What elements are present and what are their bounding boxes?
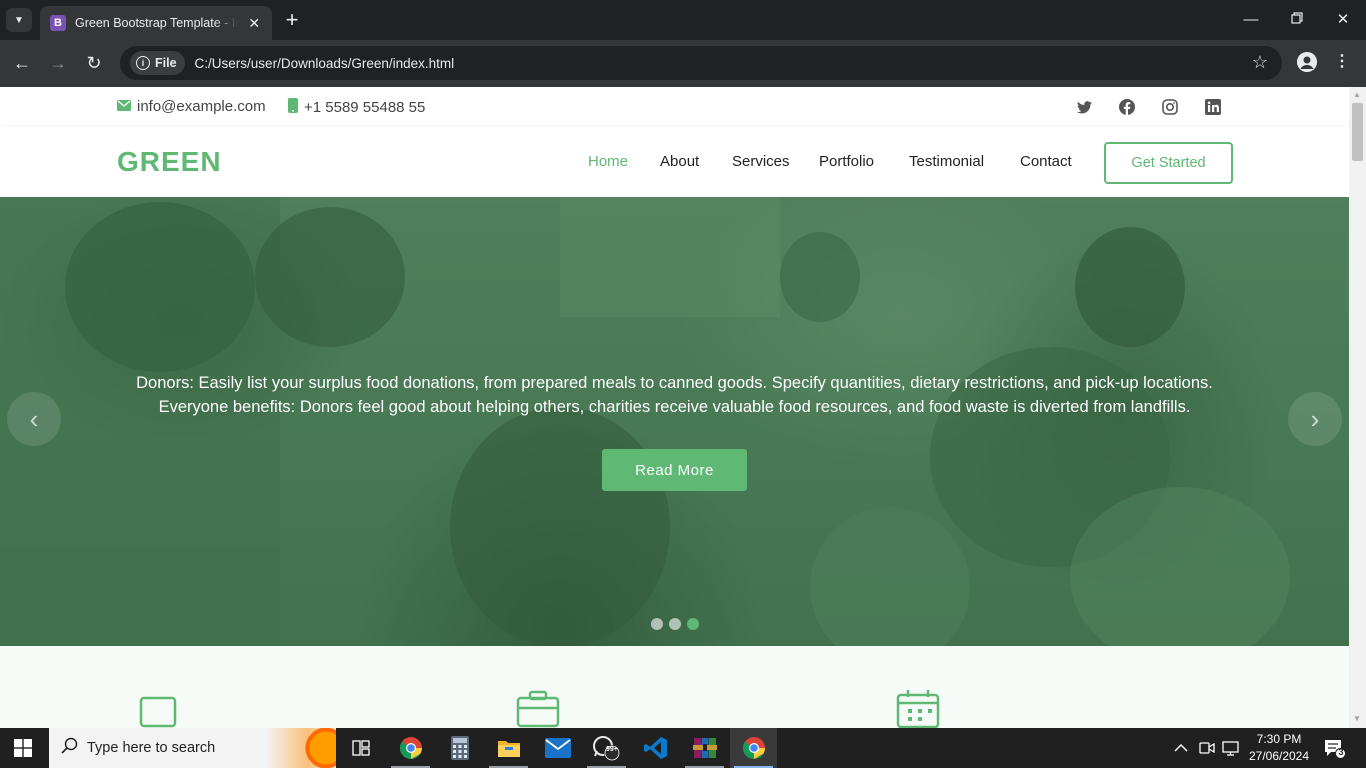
tab-search-button[interactable]: ▼ [6, 8, 32, 32]
hero-caption-line-1: Donors: Easily list your surplus food do… [136, 374, 1213, 392]
tab-close-icon[interactable]: ✕ [246, 15, 262, 32]
nav-portfolio[interactable]: Portfolio [819, 153, 874, 170]
windows-taskbar: Type here to search 99+ 7:30 PM 27/06/20… [0, 728, 1366, 768]
hero-caption-line-2: Everyone benefits: Donors feel good abou… [158, 398, 1191, 416]
restore-button[interactable] [1287, 10, 1307, 30]
chrome-icon[interactable] [387, 728, 434, 768]
site-logo[interactable]: GREEN [117, 146, 222, 178]
get-started-button[interactable]: Get Started [1104, 142, 1233, 184]
page-scrollbar[interactable]: ▲ ▼ [1349, 87, 1366, 728]
minimize-button[interactable]: — [1241, 10, 1261, 30]
site-chip-label: File [155, 56, 177, 70]
url-text[interactable]: C:/Users/user/Downloads/Green/index.html [195, 56, 455, 71]
email-text: info@example.com [137, 98, 266, 115]
file-explorer-icon[interactable] [485, 728, 532, 768]
nav-services[interactable]: Services [732, 153, 790, 170]
notification-center-icon[interactable]: 3 [1324, 739, 1346, 764]
taskbar-search-box[interactable]: Type here to search [49, 728, 336, 768]
nav-home[interactable]: Home [588, 153, 628, 170]
show-hidden-icons-icon[interactable] [1174, 728, 1188, 768]
phone-contact[interactable]: +1 5589 55488 55 [288, 98, 425, 116]
forward-arrow-icon[interactable]: → [46, 52, 70, 74]
nav-testimonial[interactable]: Testimonial [909, 153, 984, 170]
hero-green-overlay [0, 197, 1349, 646]
back-arrow-icon[interactable]: ← [10, 52, 34, 74]
linkedin-icon[interactable] [1205, 99, 1221, 115]
search-icon [61, 737, 78, 759]
chrome-active-window-icon[interactable] [730, 728, 777, 768]
new-tab-button[interactable]: + [282, 9, 302, 31]
instagram-icon[interactable] [1162, 99, 1178, 115]
whatsapp-icon[interactable]: 99+ [583, 728, 630, 768]
tab-title: Green Bootstrap Template - Index [75, 16, 238, 30]
hero-carousel: Donors: Easily list your surplus food do… [0, 197, 1349, 646]
whatsapp-badge: 99+ [606, 746, 618, 753]
network-icon[interactable] [1222, 728, 1239, 768]
clock-time: 7:30 PM [1256, 732, 1302, 746]
site-header: GREEN Home About Services Portfolio Test… [0, 127, 1349, 197]
site-info-chip[interactable]: i File [130, 51, 185, 75]
meet-now-icon[interactable] [1199, 728, 1215, 768]
winrar-icon[interactable] [681, 728, 728, 768]
page-viewport: info@example.com +1 5589 55488 55 GREEN … [0, 87, 1349, 728]
close-window-button[interactable]: ✕ [1333, 10, 1353, 30]
briefcase-icon [516, 690, 560, 728]
phone-text: +1 5589 55488 55 [304, 98, 426, 116]
carousel-indicator-3[interactable] [687, 618, 699, 630]
email-contact[interactable]: info@example.com [117, 98, 266, 115]
browser-toolbar: ← → ↻ i File C:/Users/user/Downloads/Gre… [0, 40, 1366, 87]
calculator-icon[interactable] [436, 728, 483, 768]
scroll-thumb[interactable] [1352, 103, 1363, 161]
carousel-indicator-1[interactable] [651, 618, 663, 630]
browser-menu-icon[interactable]: ⋮ [1334, 50, 1350, 74]
carousel-next-icon[interactable]: › [1288, 392, 1342, 446]
clock-date: 27/06/2024 [1248, 749, 1310, 763]
calendar-icon [896, 689, 940, 728]
browser-tab-bar: ▼ B Green Bootstrap Template - Index ✕ +… [0, 0, 1366, 40]
services-section [0, 646, 1349, 728]
notification-count: 3 [1338, 747, 1344, 757]
laptop-icon [139, 696, 177, 728]
reload-icon[interactable]: ↻ [82, 52, 106, 74]
taskbar-clock[interactable]: 7:30 PM 27/06/2024 [1246, 731, 1312, 765]
hero-caption: Donors: Easily list your surplus food do… [0, 371, 1349, 419]
phone-icon [288, 98, 298, 116]
read-more-button[interactable]: Read More [602, 449, 747, 491]
contact-topbar: info@example.com +1 5589 55488 55 [0, 87, 1349, 127]
windows-start-icon[interactable] [14, 739, 32, 762]
profile-avatar-icon[interactable] [1297, 52, 1317, 72]
browser-tab[interactable]: B Green Bootstrap Template - Index ✕ [40, 6, 272, 40]
facebook-icon[interactable] [1119, 99, 1135, 115]
search-placeholder: Type here to search [87, 740, 216, 756]
task-view-icon[interactable] [337, 728, 384, 768]
nav-about[interactable]: About [660, 153, 699, 170]
address-bar[interactable]: i File C:/Users/user/Downloads/Green/ind… [120, 46, 1282, 80]
envelope-icon [117, 99, 131, 114]
info-icon: i [136, 56, 150, 70]
twitter-icon[interactable] [1076, 99, 1092, 115]
bootstrap-favicon-icon: B [50, 15, 66, 31]
bookmark-star-icon[interactable]: ☆ [1252, 52, 1268, 73]
scroll-down-icon[interactable]: ▼ [1353, 714, 1361, 723]
nav-contact[interactable]: Contact [1020, 153, 1072, 170]
carousel-indicator-2[interactable] [669, 618, 681, 630]
vscode-icon[interactable] [632, 728, 679, 768]
search-highlight-graphic [266, 728, 336, 768]
scroll-up-icon[interactable]: ▲ [1353, 90, 1361, 99]
carousel-prev-icon[interactable]: ‹ [7, 392, 61, 446]
mail-icon[interactable] [534, 728, 581, 768]
